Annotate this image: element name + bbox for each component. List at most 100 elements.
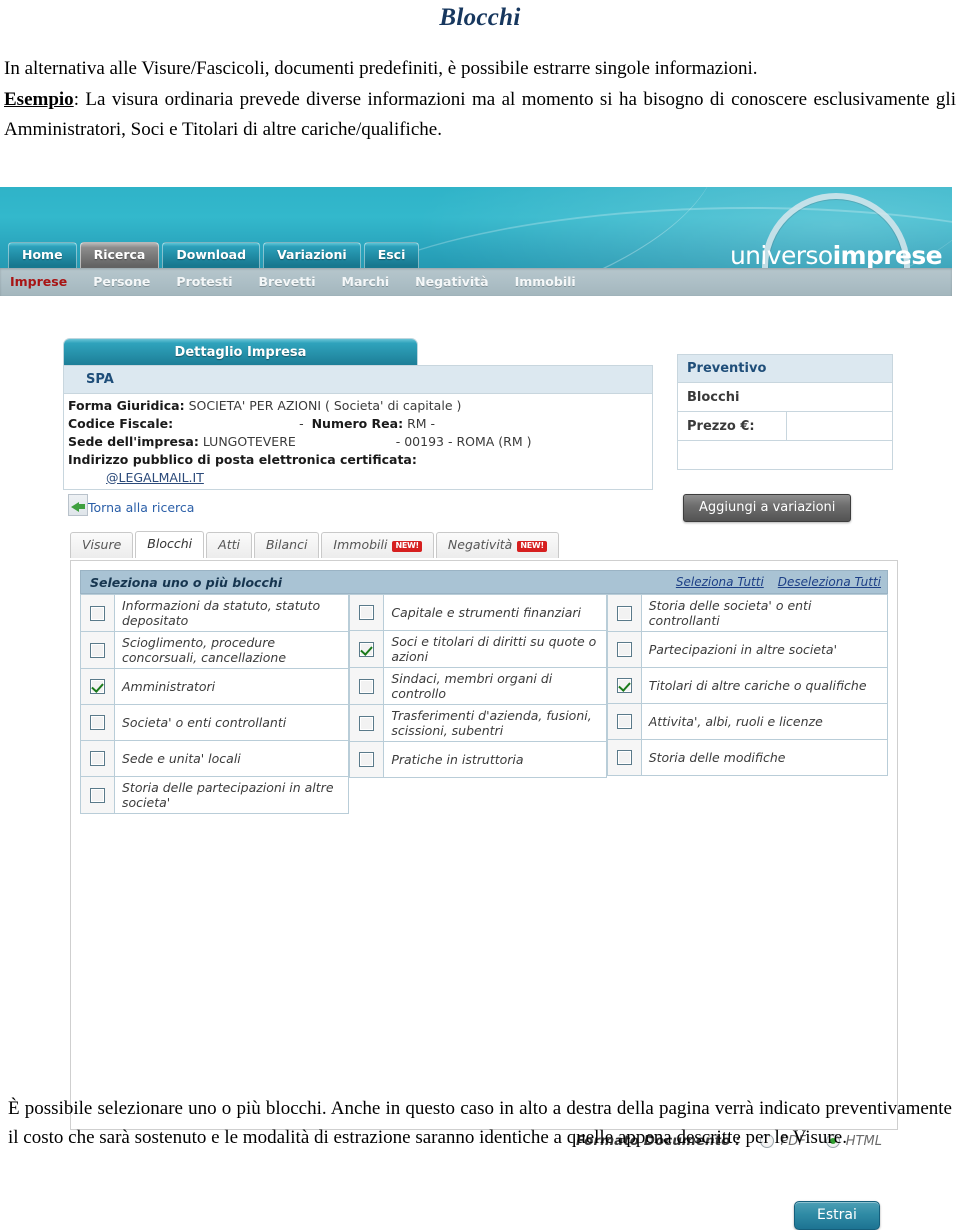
block-checkbox-cell[interactable] [81,632,115,668]
block-checkbox-cell[interactable] [350,705,385,741]
dettaglio-impresa-tab[interactable]: Dettaglio Impresa [63,338,418,365]
block-row[interactable]: Storia delle societa' o enti controllant… [606,594,888,632]
block-row[interactable]: Titolari di altre cariche o qualifiche [606,668,888,704]
checkbox-scioglimento[interactable] [90,642,105,658]
block-row[interactable]: Societa' o enti controllanti [80,705,350,741]
embedded-app-screenshot: universoimprese Home Ricerca Download Va… [0,187,952,1230]
block-row[interactable]: Attivita', albi, ruoli e licenze [606,704,888,740]
checkbox-societa-enti-controllanti[interactable] [90,715,105,730]
block-checkbox-cell[interactable] [607,595,642,631]
block-checkbox-cell[interactable] [350,631,385,667]
checkbox-sede-unita-locali[interactable] [90,751,105,766]
preventivo-panel: Preventivo Blocchi Prezzo €: [677,354,893,470]
row-forma-giuridica: Forma Giuridica: SOCIETA' PER AZIONI ( S… [68,397,652,415]
subnav-marchi[interactable]: Marchi [342,275,390,289]
block-label: Pratiche in istruttoria [391,752,524,767]
block-label: Partecipazioni in altre societa' [648,642,838,657]
value-pec-address[interactable]: @LEGALMAIL.IT [68,470,652,485]
block-row[interactable]: Amministratori [80,669,350,705]
checkbox-titolari-altre-cariche[interactable] [616,678,632,693]
intro-line-2: Esempio: La visura ordinaria prevede div… [0,85,960,144]
block-label: Storia delle modifiche [648,750,786,765]
checkbox-trasferimenti-azienda[interactable] [359,715,375,731]
block-label: Amministratori [122,679,216,694]
nav-esci[interactable]: Esci [363,241,420,268]
nav-ricerca[interactable]: Ricerca [79,241,160,268]
tab-atti[interactable]: Atti [206,532,252,558]
subnav-protesti[interactable]: Protesti [176,275,232,289]
checkbox-sindaci-organi-controllo[interactable] [359,678,375,694]
subnav-brevetti[interactable]: Brevetti [258,275,315,289]
block-checkbox-cell[interactable] [81,705,115,740]
block-row[interactable]: Capitale e strumenti finanziari [349,594,607,631]
block-row[interactable]: Storia delle partecipazioni in altre soc… [80,777,350,814]
tab-negativita-new-badge: NEW! [517,540,547,552]
bottom-paragraph: È possibile selezionare uno o più blocch… [8,1098,952,1149]
nav-variazioni[interactable]: Variazioni [263,241,361,268]
checkbox-attivita-albi-ruoli[interactable] [616,714,632,729]
block-label: Capitale e strumenti finanziari [391,605,581,620]
block-checkbox-cell[interactable] [81,669,115,704]
block-checkbox-cell[interactable] [607,632,642,667]
block-checkbox-cell[interactable] [607,740,642,775]
block-checkbox-cell[interactable] [81,595,115,631]
block-row[interactable]: Partecipazioni in altre societa' [606,632,888,668]
nav-download[interactable]: Download [162,241,261,268]
block-row[interactable]: Sindaci, membri organi di controllo [349,668,607,705]
tab-atti-label: Atti [218,537,240,552]
add-to-variations-button[interactable]: Aggiungi a variazioni [683,494,852,522]
checkbox-storia-societa-controllanti[interactable] [616,605,632,621]
block-checkbox-cell[interactable] [350,668,385,704]
intro-line-1: In alternativa alle Visure/Fascicoli, do… [4,58,758,79]
block-label: Storia delle partecipazioni in altre soc… [122,780,334,810]
block-row[interactable]: Sede e unita' locali [80,741,350,777]
checkbox-storia-partecipazioni[interactable] [90,787,105,803]
checkbox-capitale-strumenti[interactable] [359,605,375,620]
block-row[interactable]: Storia delle modifiche [606,740,888,776]
tab-immobili[interactable]: Immobili NEW! [321,531,434,558]
subnav-immobili[interactable]: Immobili [515,275,576,289]
block-checkbox-cell[interactable] [81,741,115,776]
checkbox-amministratori[interactable] [90,679,105,694]
checkbox-storia-modifiche[interactable] [616,750,632,765]
block-row[interactable]: Pratiche in istruttoria [349,742,607,778]
tab-negativita[interactable]: Negatività NEW! [435,531,559,558]
logo-text-bold: imprese [832,241,943,270]
tab-blocchi[interactable]: Blocchi [135,531,205,558]
block-checkbox-cell[interactable] [350,595,385,630]
value-sede-impresa: LUNGOTEVERE [202,434,296,450]
subnav-imprese[interactable]: Imprese [10,275,67,289]
label-pec: Indirizzo pubblico di posta elettronica … [68,452,417,468]
deselect-all-link[interactable]: Deseleziona Tutti [778,575,881,589]
block-checkbox-cell[interactable] [350,742,385,777]
tab-visure-label: Visure [82,537,122,552]
block-label: Informazioni da statuto, statuto deposit… [122,598,321,628]
subnav-negativita[interactable]: Negatività [415,275,488,289]
blocks-header-title: Seleziona uno o più blocchi [90,574,283,590]
block-row[interactable]: Informazioni da statuto, statuto deposit… [80,594,350,632]
block-row[interactable]: Trasferimenti d'azienda, fusioni, scissi… [349,705,607,742]
checkbox-informazioni-statuto[interactable] [90,605,105,621]
block-checkbox-cell[interactable] [607,704,642,739]
tab-bilanci[interactable]: Bilanci [253,532,320,558]
back-arrow-icon [68,494,88,516]
checkbox-partecipazioni-altre-societa[interactable] [616,642,632,657]
block-row[interactable]: Scioglimento, procedure concorsuali, can… [80,632,350,669]
block-row[interactable]: Soci e titolari di diritti su quote o az… [349,631,607,668]
checkbox-soci-titolari-diritti[interactable] [359,641,375,657]
block-checkbox-cell[interactable] [81,777,115,813]
block-checkbox-cell[interactable] [607,668,642,703]
blocks-header-bar: Seleziona uno o più blocchi Seleziona Tu… [80,570,888,594]
block-label: Storia delle societa' o enti controllant… [648,598,812,628]
company-detail-rows: Forma Giuridica: SOCIETA' PER AZIONI ( S… [64,394,652,489]
blocks-content-frame: Seleziona uno o più blocchi Seleziona Tu… [70,560,898,1230]
subnav-persone[interactable]: Persone [93,275,150,289]
extract-button[interactable]: Estrai [794,1201,880,1230]
block-label: Titolari di altre cariche o qualifiche [648,678,867,693]
block-label: Attivita', albi, ruoli e licenze [648,714,823,729]
back-to-search-link[interactable]: Torna alla ricerca [88,500,194,515]
nav-home[interactable]: Home [8,241,77,268]
select-all-link[interactable]: Seleziona Tutti [676,575,764,589]
checkbox-pratiche-istruttoria[interactable] [359,752,375,767]
tab-visure[interactable]: Visure [70,532,134,558]
